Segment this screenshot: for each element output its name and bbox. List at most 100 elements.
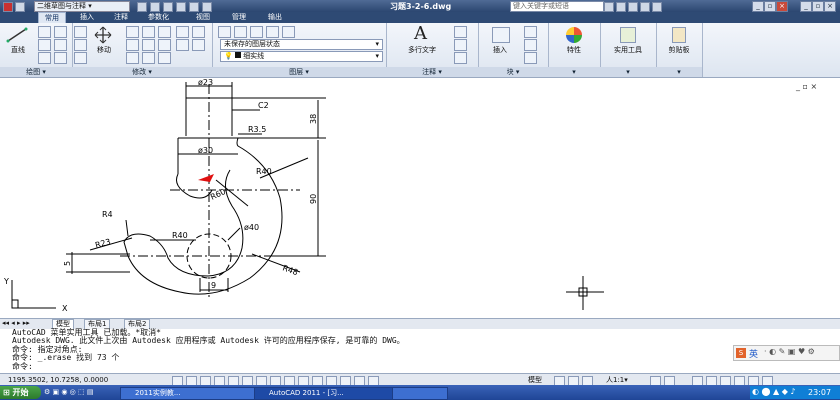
tray-icons[interactable]: ◐ ⬤ ▲ ◆ ♪: [752, 387, 796, 396]
layer-tool-icon[interactable]: [250, 26, 263, 38]
mirror-icon[interactable]: [142, 39, 155, 51]
modify-panel-label[interactable]: 修改 ▾: [72, 67, 212, 77]
clock[interactable]: 23:07: [808, 387, 831, 398]
fillet-icon[interactable]: [158, 39, 171, 51]
save-icon[interactable]: [163, 2, 173, 12]
ime-mode[interactable]: 英: [749, 347, 758, 360]
drawing-area[interactable]: _ ▫ × ø23 C2 R3.5 38 ø30 R40 R60 90 R4 R…: [0, 78, 840, 318]
mtext-icon[interactable]: A: [414, 23, 427, 44]
dimension-icon[interactable]: [454, 26, 467, 38]
tab-nav-arrows[interactable]: ◂◂ ◂ ▸ ▸▸: [2, 319, 30, 328]
redo-icon[interactable]: [189, 2, 199, 12]
insert-button[interactable]: 插入: [484, 45, 516, 55]
restore-icon[interactable]: ▫: [764, 1, 776, 12]
undo-icon[interactable]: [176, 2, 186, 12]
search-icon[interactable]: [604, 2, 614, 12]
erase-icon[interactable]: [158, 26, 171, 38]
copy-icon[interactable]: [126, 39, 139, 51]
utilities-panel-label[interactable]: ▾: [600, 67, 656, 77]
plot-icon[interactable]: [202, 2, 212, 12]
ellipse-icon[interactable]: [38, 52, 51, 64]
modify-tool-icon[interactable]: [74, 26, 87, 38]
properties-color-wheel-icon[interactable]: [565, 26, 583, 44]
join-icon[interactable]: [192, 39, 205, 51]
clipboard-panel: 剪贴板 ▾: [656, 23, 703, 77]
move-icon[interactable]: [94, 26, 112, 44]
hatch-icon[interactable]: [54, 52, 67, 64]
favorites-icon[interactable]: [640, 2, 650, 12]
table-icon[interactable]: [454, 52, 467, 64]
doc-minimize-icon[interactable]: _: [800, 1, 812, 12]
block-panel-label[interactable]: 块 ▾: [478, 67, 548, 77]
explode-icon[interactable]: [176, 26, 189, 38]
quick-launch[interactable]: ⚙ ▣ ◉ ◎ ⬚ ▤: [44, 388, 104, 397]
modify-panel: 移动 修改 ▾: [72, 23, 213, 77]
taskbar-item-tutorial[interactable]: 2011实例教...: [120, 387, 258, 400]
layer-properties-icon[interactable]: [218, 26, 231, 38]
open-icon[interactable]: [150, 2, 160, 12]
leader-icon[interactable]: [454, 39, 467, 51]
clipboard-button[interactable]: 剪贴板: [658, 45, 700, 55]
clipboard-panel-label[interactable]: ▾: [656, 67, 702, 77]
tab-insert[interactable]: 插入: [74, 12, 100, 23]
draw-panel-label[interactable]: 绘图 ▾: [0, 67, 72, 77]
scale-icon[interactable]: [142, 52, 155, 64]
clipboard-icon[interactable]: [672, 27, 686, 43]
minimize-icon[interactable]: _: [752, 1, 764, 12]
tab-manage[interactable]: 管理: [226, 12, 252, 23]
start-button[interactable]: ⊞ 开始: [0, 386, 41, 399]
help-icon[interactable]: [652, 2, 662, 12]
insert-block-icon[interactable]: [492, 27, 510, 43]
edit-block-icon[interactable]: [524, 39, 537, 51]
attribute-icon[interactable]: [524, 52, 537, 64]
utilities-icon[interactable]: [620, 27, 636, 43]
properties-panel-label[interactable]: ▾: [548, 67, 600, 77]
layer-tool-icon[interactable]: [234, 26, 247, 38]
workspace-gear-icon[interactable]: [15, 2, 25, 12]
taskbar-item[interactable]: [392, 387, 448, 400]
taskbar-item-autocad[interactable]: AutoCAD 2011 - [习...: [254, 387, 400, 400]
doc-close-icon[interactable]: ×: [824, 1, 836, 12]
line-button[interactable]: 直线: [4, 45, 32, 55]
trim-icon[interactable]: [142, 26, 155, 38]
tab-annotate[interactable]: 注释: [108, 12, 134, 23]
layer-state-select[interactable]: 未保存的图层状态 ▾: [220, 39, 383, 50]
rotate-icon[interactable]: [126, 26, 139, 38]
layers-panel-label[interactable]: 图层 ▾: [212, 67, 386, 77]
properties-button[interactable]: 特性: [552, 45, 596, 55]
offset-icon[interactable]: [192, 26, 205, 38]
layer-tool-icon[interactable]: [266, 26, 279, 38]
modify-tool-icon[interactable]: [74, 39, 87, 51]
utilities-button[interactable]: 实用工具: [602, 45, 654, 55]
search-input[interactable]: 键入关键字或短语: [510, 1, 604, 12]
ime-tool-icons[interactable]: · ◐ ✎ ▣ ♥ ⚙: [764, 347, 815, 356]
ribbon-tab-bar: 常用 插入 注释 参数化 视图 管理 输出: [0, 12, 840, 24]
move-button[interactable]: 移动: [92, 45, 116, 55]
arc-icon[interactable]: [54, 26, 67, 38]
tab-parametric[interactable]: 参数化: [142, 12, 175, 23]
modify-tool-icon[interactable]: [74, 52, 87, 64]
layer-tool-icon[interactable]: [282, 26, 295, 38]
circle-icon[interactable]: [38, 39, 51, 51]
workspace-select[interactable]: 二维草图与注释 ▾: [34, 1, 130, 12]
line-icon[interactable]: [6, 27, 28, 43]
tab-view[interactable]: 视图: [190, 12, 216, 23]
tab-output[interactable]: 输出: [262, 12, 288, 23]
communication-center-icon[interactable]: [628, 2, 638, 12]
command-window[interactable]: AutoCAD 菜单实用工具 已加载。*取消* Autodesk DWG. 此文…: [0, 328, 840, 373]
annotation-panel-label[interactable]: 注释 ▾: [386, 67, 478, 77]
mtext-button[interactable]: 多行文字: [396, 45, 448, 55]
stretch-icon[interactable]: [126, 52, 139, 64]
chamfer-icon[interactable]: [176, 39, 189, 51]
new-icon[interactable]: [137, 2, 147, 12]
create-block-icon[interactable]: [524, 26, 537, 38]
doc-restore-icon[interactable]: ▫: [812, 1, 824, 12]
array-icon[interactable]: [158, 52, 171, 64]
polyline-icon[interactable]: [38, 26, 51, 38]
app-menu-icon[interactable]: [3, 2, 13, 12]
subscription-icon[interactable]: [616, 2, 626, 12]
layer-select[interactable]: 💡 细实线 ▾: [220, 51, 383, 62]
rectangle-icon[interactable]: [54, 39, 67, 51]
close-icon[interactable]: ×: [776, 1, 788, 12]
ime-toolbar[interactable]: S 英 · ◐ ✎ ▣ ♥ ⚙: [733, 345, 840, 361]
